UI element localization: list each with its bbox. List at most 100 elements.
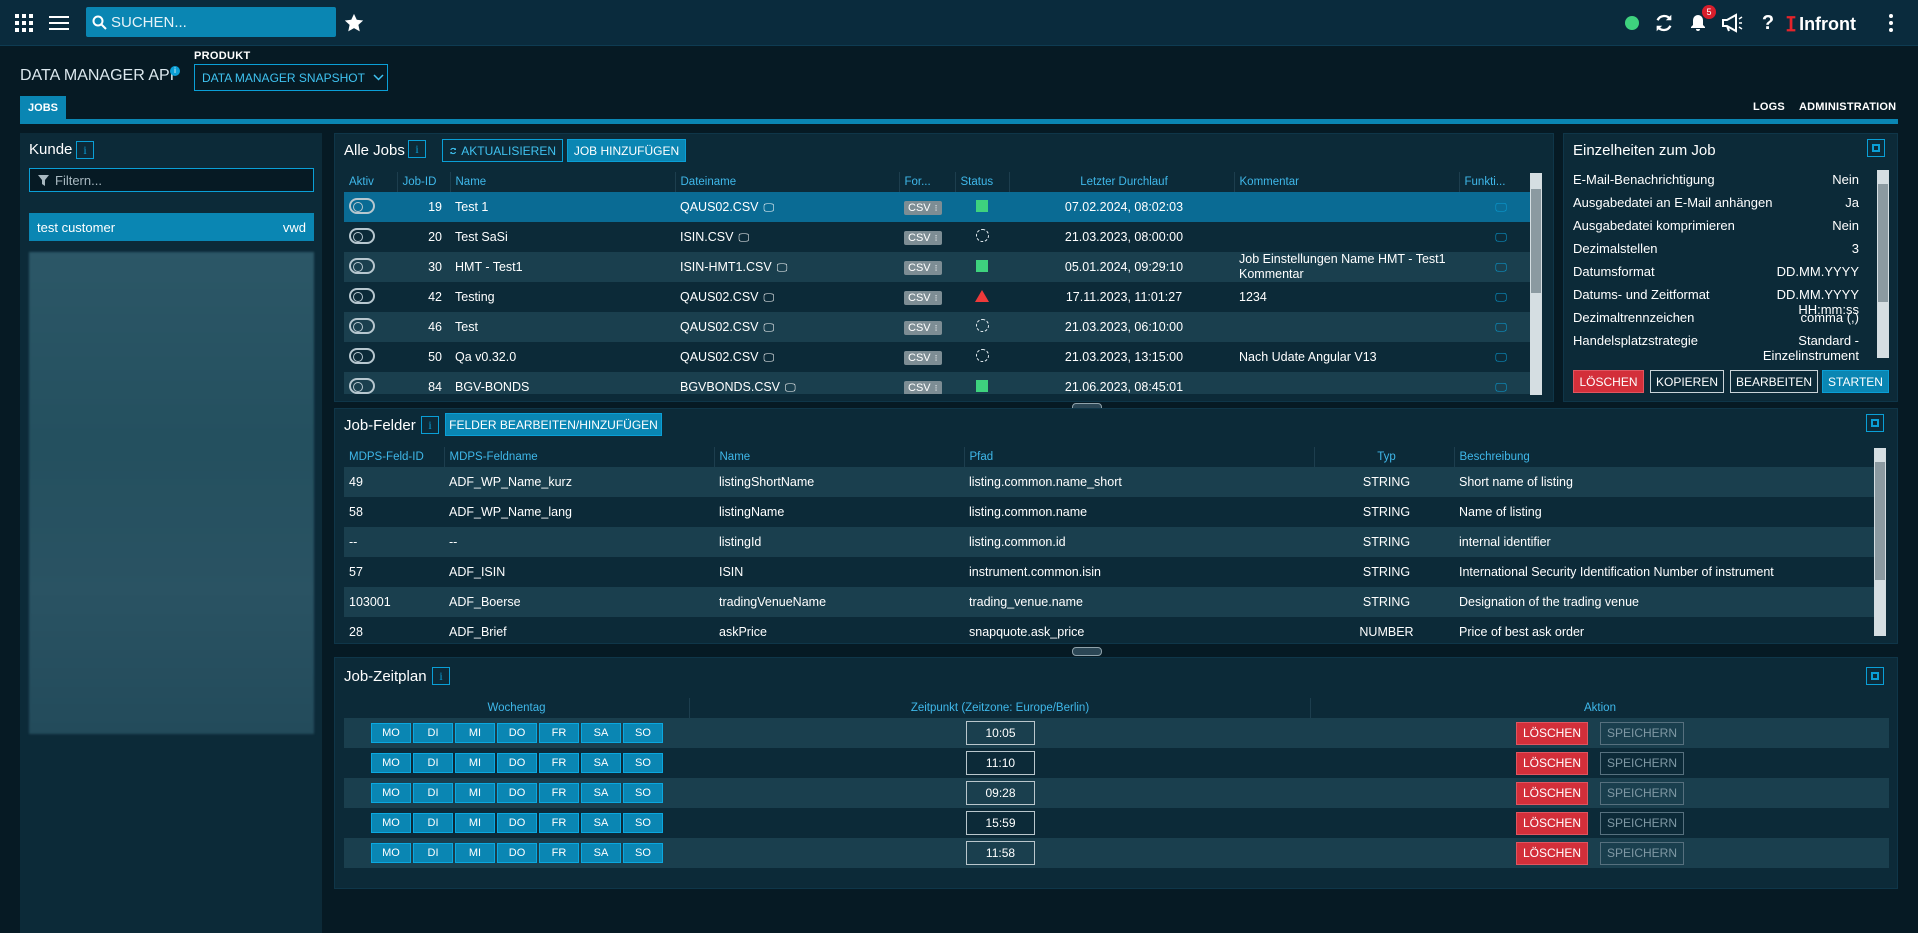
jobs-col-header[interactable]: Dateiname	[675, 172, 900, 192]
search-input[interactable]	[111, 13, 326, 31]
job-function-icon[interactable]: 🖵	[1495, 320, 1507, 334]
weekday-toggle-mi[interactable]: MI	[455, 843, 495, 863]
delete-schedule-button[interactable]: LÖSCHEN	[1515, 811, 1588, 835]
weekday-toggle-mo[interactable]: MO	[371, 753, 411, 773]
file-preview-icon[interactable]: 🖵	[764, 352, 775, 364]
weekday-toggle-sa[interactable]: SA	[581, 813, 621, 833]
expand-schedule-icon[interactable]	[1866, 667, 1884, 685]
save-schedule-button[interactable]: SPEICHERN	[1600, 811, 1685, 835]
field-row[interactable]: 49 ADF_WP_Name_kurz listingShortName listin…	[344, 467, 1880, 497]
favorite-star-icon[interactable]	[342, 11, 366, 35]
weekday-toggle-so[interactable]: SO	[623, 813, 663, 833]
jobs-scrollbar[interactable]	[1530, 173, 1542, 395]
logs-link[interactable]: LOGS	[1753, 101, 1785, 113]
weekday-toggle-fr[interactable]: FR	[539, 813, 579, 833]
format-badge[interactable]: CSV ⁝	[904, 230, 942, 245]
save-schedule-button[interactable]: SPEICHERN	[1600, 751, 1685, 775]
delete-job-button[interactable]: LÖSCHEN	[1573, 370, 1644, 393]
weekday-toggle-do[interactable]: DO	[497, 753, 537, 773]
job-function-icon[interactable]: 🖵	[1495, 350, 1507, 364]
weekday-toggle-so[interactable]: SO	[623, 723, 663, 743]
jobs-col-header[interactable]: Letzter Durchlauf	[1009, 172, 1235, 192]
weekday-toggle-di[interactable]: DI	[413, 783, 453, 803]
field-row[interactable]: 57 ADF_ISIN ISIN instrument.common.isin STRI…	[344, 557, 1880, 587]
details-scrollbar[interactable]	[1877, 170, 1889, 358]
fields-col-header[interactable]: Name	[714, 447, 965, 467]
time-input[interactable]: 11:10	[966, 751, 1035, 775]
job-function-icon[interactable]: 🖵	[1495, 230, 1507, 244]
time-input[interactable]: 15:59	[966, 811, 1035, 835]
product-dropdown[interactable]: DATA MANAGER SNAPSHOT	[194, 64, 388, 91]
file-preview-icon[interactable]: 🖵	[764, 322, 775, 334]
field-row[interactable]: 28 ADF_Brief askPrice snapquote.ask_price NU…	[344, 617, 1880, 643]
search-box[interactable]	[86, 7, 336, 37]
fields-col-header[interactable]: Typ	[1314, 447, 1455, 467]
jobs-col-header[interactable]: Kommentar	[1234, 172, 1460, 192]
weekday-toggle-mo[interactable]: MO	[371, 723, 411, 743]
job-active-toggle[interactable]	[349, 227, 375, 244]
delete-schedule-button[interactable]: LÖSCHEN	[1515, 781, 1588, 805]
weekday-toggle-sa[interactable]: SA	[581, 843, 621, 863]
customer-filter[interactable]	[29, 168, 314, 192]
weekday-toggle-sa[interactable]: SA	[581, 783, 621, 803]
weekday-toggle-so[interactable]: SO	[623, 753, 663, 773]
job-fields-info-icon[interactable]: i	[421, 416, 439, 434]
customer-filter-input[interactable]	[55, 172, 295, 188]
job-active-toggle[interactable]	[349, 197, 375, 214]
format-badge[interactable]: CSV ⁝	[904, 260, 942, 275]
format-badge[interactable]: CSV ⁝	[904, 320, 942, 335]
jobs-col-header[interactable]: Aktiv	[344, 172, 398, 192]
fields-scrollbar[interactable]	[1874, 448, 1886, 636]
help-question-icon[interactable]: ?	[1756, 11, 1780, 35]
fields-col-header[interactable]: MDPS-Feldname	[444, 447, 715, 467]
file-preview-icon[interactable]: 🖵	[764, 202, 775, 214]
tab-jobs[interactable]: JOBS	[20, 96, 66, 119]
weekday-toggle-mo[interactable]: MO	[371, 843, 411, 863]
fields-col-header[interactable]: Beschreibung	[1454, 447, 1880, 467]
job-function-icon[interactable]: 🖵	[1495, 380, 1507, 394]
resize-handle-fields[interactable]	[1072, 647, 1102, 656]
weekday-toggle-so[interactable]: SO	[623, 783, 663, 803]
field-row[interactable]: 103001 ADF_Boerse tradingVenueName trading_…	[344, 587, 1880, 617]
delete-schedule-button[interactable]: LÖSCHEN	[1515, 751, 1588, 775]
weekday-toggle-so[interactable]: SO	[623, 843, 663, 863]
jobs-col-header[interactable]: For...	[899, 172, 956, 192]
save-schedule-button[interactable]: SPEICHERN	[1600, 841, 1685, 865]
job-row[interactable]: 30 HMT - Test1 ISIN-HMT1.CSV 🖵 CSV ⁝ 05.01.202…	[344, 252, 1538, 282]
file-preview-icon[interactable]: 🖵	[777, 262, 788, 274]
edit-fields-button[interactable]: FELDER BEARBEITEN/HINZUFÜGEN	[445, 413, 662, 436]
file-preview-icon[interactable]: 🖵	[785, 382, 796, 394]
weekday-toggle-do[interactable]: DO	[497, 843, 537, 863]
weekday-toggle-fr[interactable]: FR	[539, 723, 579, 743]
job-row[interactable]: 50 Qa v0.32.0 QAUS02.CSV 🖵 CSV ⁝ 21.03.2023, 1…	[344, 342, 1538, 372]
expand-details-icon[interactable]	[1867, 139, 1885, 157]
weekday-toggle-fr[interactable]: FR	[539, 843, 579, 863]
job-function-icon[interactable]: 🖵	[1495, 290, 1507, 304]
field-row[interactable]: 58 ADF_WP_Name_lang listingName listing.com…	[344, 497, 1880, 527]
weekday-toggle-mi[interactable]: MI	[455, 753, 495, 773]
job-active-toggle[interactable]	[349, 347, 375, 364]
customer-list-item[interactable]: test customer vwd	[29, 213, 314, 241]
format-badge[interactable]: CSV ⁝	[904, 350, 942, 365]
delete-schedule-button[interactable]: LÖSCHEN	[1515, 721, 1588, 745]
weekday-toggle-di[interactable]: DI	[413, 813, 453, 833]
refresh-sync-icon[interactable]	[1652, 11, 1676, 35]
job-row[interactable]: 42 Testing QAUS02.CSV 🖵 CSV ⁝ 17.11.2023, 11:0…	[344, 282, 1538, 312]
job-active-toggle[interactable]	[349, 287, 375, 304]
edit-job-button[interactable]: BEARBEITEN	[1730, 370, 1818, 393]
job-active-toggle[interactable]	[349, 377, 375, 394]
jobs-col-header[interactable]: Name	[450, 172, 676, 192]
refresh-button[interactable]: AKTUALISIEREN	[442, 139, 563, 162]
weekday-toggle-di[interactable]: DI	[413, 753, 453, 773]
file-preview-icon[interactable]: 🖵	[764, 292, 775, 304]
more-vertical-icon[interactable]	[1879, 11, 1903, 35]
job-function-icon[interactable]: 🖵	[1495, 200, 1507, 214]
job-row[interactable]: 19 Test 1 QAUS02.CSV 🖵 CSV ⁝ 07.02.2024, 08:02…	[344, 192, 1538, 222]
all-jobs-info-icon[interactable]: i	[408, 140, 426, 158]
start-job-button[interactable]: STARTEN	[1822, 370, 1889, 393]
weekday-toggle-mi[interactable]: MI	[455, 813, 495, 833]
jobs-col-header[interactable]: Job-ID	[397, 172, 451, 192]
job-function-icon[interactable]: 🖵	[1495, 260, 1507, 274]
weekday-toggle-di[interactable]: DI	[413, 843, 453, 863]
job-active-toggle[interactable]	[349, 317, 375, 334]
